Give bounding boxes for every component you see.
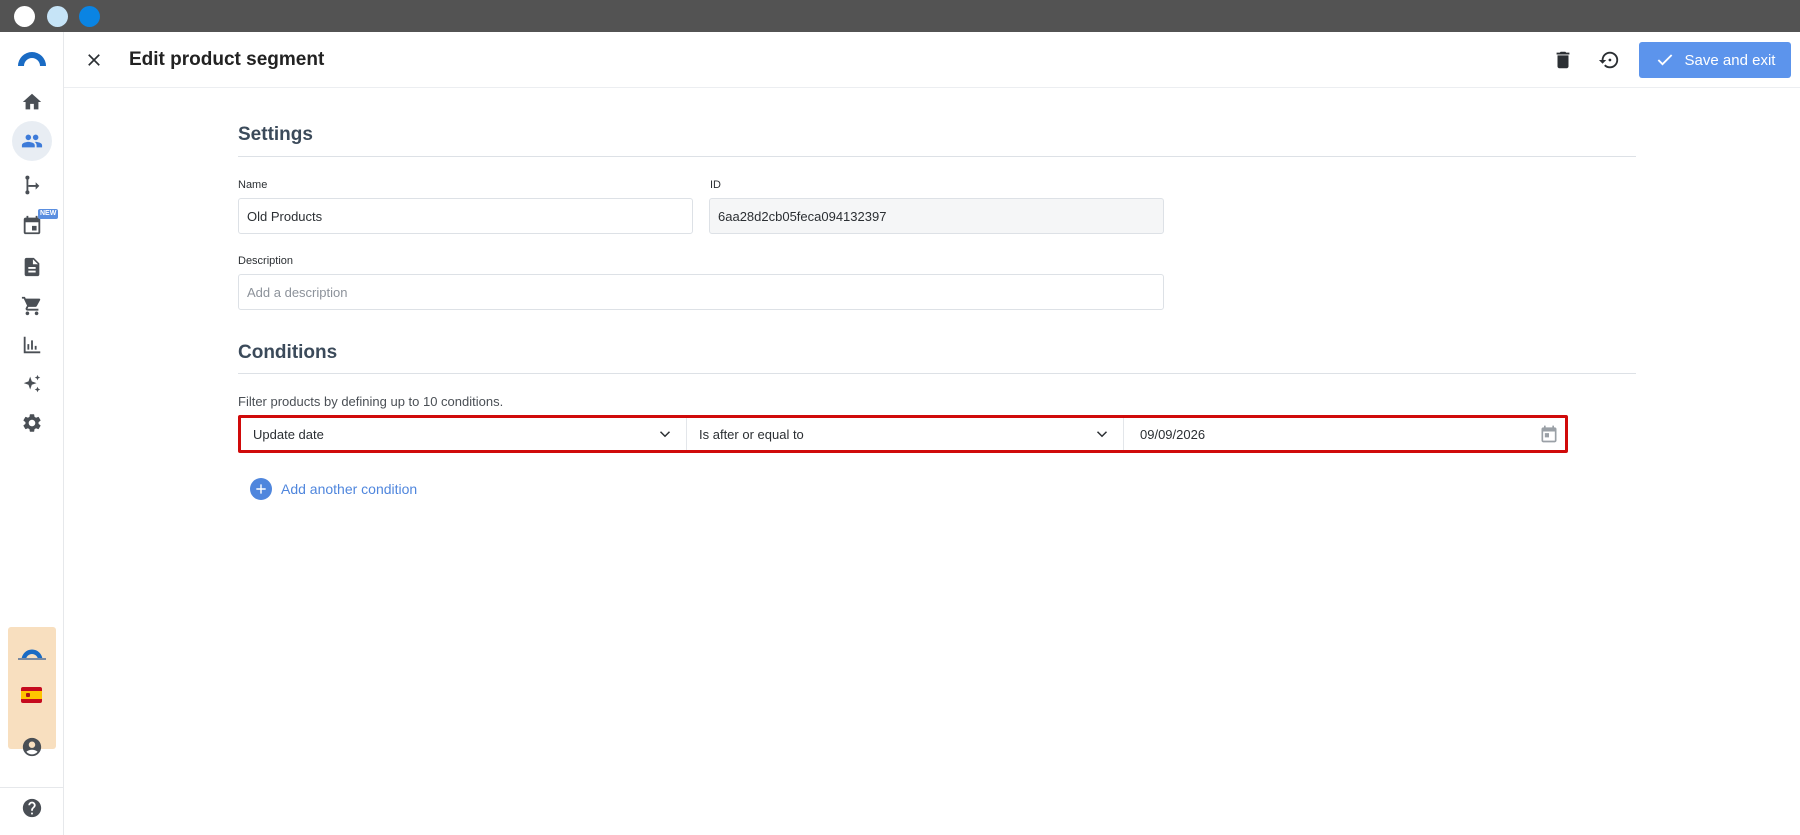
sidebar-item-calendar[interactable]: NEW: [12, 205, 59, 245]
add-condition-label: Add another condition: [281, 481, 418, 497]
account-icon: [22, 737, 42, 757]
sidebar: NEW: [0, 32, 64, 835]
chart-icon: [23, 336, 41, 354]
conditions-section-title: Conditions: [238, 342, 338, 363]
new-badge: NEW: [38, 209, 59, 219]
condition-date-value: 09/09/2026: [1140, 426, 1206, 442]
page-title: Edit product segment: [129, 49, 325, 70]
document-icon: [24, 257, 40, 277]
conditions-divider: [238, 373, 1636, 374]
sidebar-item-settings[interactable]: [12, 403, 52, 443]
sidebar-item-analytics[interactable]: [12, 325, 52, 365]
flow-icon: [25, 175, 40, 195]
condition-operator-value: Is after or equal to: [699, 426, 804, 442]
sidebar-item-products[interactable]: [12, 286, 52, 326]
id-field: 6aa28d2cb05feca094132397: [709, 198, 1164, 234]
logo-icon: [18, 52, 46, 66]
window-minimize-dot[interactable]: [47, 6, 68, 27]
sparkle-icon: [23, 374, 41, 393]
settings-divider: [238, 156, 1636, 157]
delete-button[interactable]: [1549, 46, 1577, 74]
sidebar-item-help[interactable]: [12, 788, 52, 828]
add-circle-icon: [250, 478, 272, 500]
home-icon: [22, 93, 42, 110]
settings-section-title: Settings: [238, 124, 313, 145]
app-logo[interactable]: [12, 38, 52, 78]
condition-field-value: Update date: [253, 426, 324, 442]
gear-icon: [23, 414, 41, 432]
close-icon: [88, 54, 100, 66]
sidebar-item-account[interactable]: [12, 727, 52, 767]
sidebar-item-documents[interactable]: [12, 247, 52, 287]
description-input[interactable]: Add a description: [238, 274, 1164, 310]
name-input[interactable]: Old Products: [238, 198, 693, 234]
condition-date-input[interactable]: 09/09/2026: [1123, 418, 1565, 450]
store-logo-text: [18, 658, 46, 660]
help-icon: [22, 798, 42, 818]
window-titlebar: [0, 0, 1800, 32]
page-header: Edit product segment Save and exit: [64, 32, 1800, 88]
restore-icon: [1598, 51, 1619, 69]
description-label: Description: [238, 255, 294, 267]
users-icon: [21, 134, 43, 148]
close-button[interactable]: [82, 48, 106, 72]
sidebar-item-flows[interactable]: [12, 165, 52, 205]
spain-flag-icon: [21, 687, 42, 703]
calendar-picker-icon[interactable]: [1539, 424, 1559, 444]
conditions-hint: Filter products by defining up to 10 con…: [238, 394, 504, 409]
save-button-label: Save and exit: [1684, 51, 1776, 69]
restore-button[interactable]: [1595, 46, 1623, 74]
chevron-down-icon: [659, 431, 671, 438]
window-close-dot[interactable]: [14, 6, 35, 27]
add-condition-button[interactable]: Add another condition: [250, 478, 417, 500]
condition-field-select[interactable]: Update date: [241, 418, 686, 450]
save-and-exit-button[interactable]: Save and exit: [1639, 42, 1791, 78]
check-icon: [1657, 54, 1672, 66]
trash-icon: [1556, 51, 1570, 69]
id-label: ID: [710, 179, 721, 191]
condition-row: Update date Is after or equal to 09/09/2…: [238, 415, 1568, 453]
window-maximize-dot[interactable]: [79, 6, 100, 27]
sidebar-item-ai[interactable]: [12, 364, 52, 404]
condition-operator-select[interactable]: Is after or equal to: [686, 418, 1123, 450]
store-logo-icon: [21, 649, 43, 660]
name-label: Name: [238, 179, 268, 191]
chevron-down-icon: [1096, 431, 1108, 438]
cart-icon: [21, 296, 41, 316]
sidebar-item-segments[interactable]: [12, 121, 52, 161]
sidebar-item-home[interactable]: [12, 82, 52, 122]
